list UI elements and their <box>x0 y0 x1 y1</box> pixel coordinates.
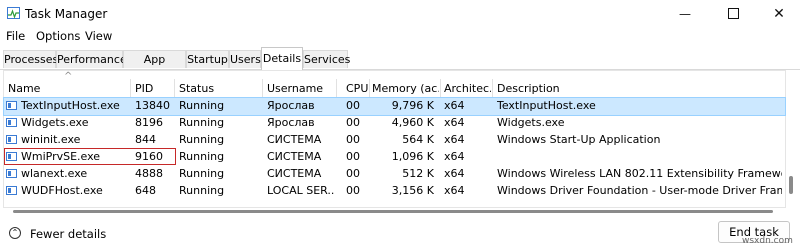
cell-cpu: 00 <box>346 150 360 163</box>
cell-architecture: x64 <box>444 99 465 112</box>
cell-architecture: x64 <box>444 133 465 146</box>
process-icon <box>6 186 17 195</box>
cell-description: Widgets.exe <box>497 116 565 129</box>
cell-memory: 564 K <box>402 133 434 146</box>
cell-username: Ярослав <box>267 116 315 129</box>
title-bar: Task Manager — ✕ <box>0 0 800 27</box>
cell-pid: 8196 <box>135 116 163 129</box>
cell-description: Windows Start-Up Application <box>497 133 661 146</box>
cell-description: TextInputHost.exe <box>497 99 596 112</box>
cell-name: wininit.exe <box>21 133 81 146</box>
cell-username: LOCAL SER... <box>267 184 335 197</box>
cell-username: СИСТЕМА <box>267 150 322 163</box>
table-row[interactable]: Widgets.exe 8196 Running Ярослав 00 4,96… <box>4 115 785 132</box>
cell-name: TextInputHost.exe <box>21 99 120 112</box>
cell-cpu: 00 <box>346 99 360 112</box>
cell-pid: 13840 <box>135 99 170 112</box>
column-header-cpu[interactable]: CPU <box>346 82 368 98</box>
cell-cpu: 00 <box>346 167 360 180</box>
vertical-scroll-thumb[interactable] <box>789 176 793 194</box>
process-table: ^ Name PID Status Username CPU Memory (a… <box>3 70 786 208</box>
menu-file[interactable]: File <box>6 29 25 43</box>
horizontal-scrollbar[interactable] <box>3 207 784 215</box>
footer-bar: ⌃ Fewer details End task <box>0 216 800 250</box>
vertical-scrollbar[interactable] <box>786 108 796 206</box>
column-header-username[interactable]: Username <box>267 82 335 98</box>
cell-memory: 512 K <box>402 167 434 180</box>
minimize-icon: — <box>679 6 691 21</box>
close-icon: ✕ <box>773 5 785 22</box>
tab-strip: Processes Performance App history Startu… <box>0 47 800 84</box>
column-header-status[interactable]: Status <box>179 82 261 98</box>
tab-services[interactable]: Services <box>303 50 350 68</box>
cell-memory: 9,796 K <box>391 99 434 112</box>
tab-users[interactable]: Users <box>229 50 261 68</box>
cell-memory: 1,096 K <box>391 150 434 163</box>
menu-view[interactable]: View <box>85 29 112 43</box>
column-header-description[interactable]: Description <box>497 82 597 98</box>
process-icon <box>6 169 17 178</box>
cell-username: СИСТЕМА <box>267 133 322 146</box>
column-header-architecture[interactable]: Architec... <box>444 82 491 98</box>
cell-architecture: x64 <box>444 116 465 129</box>
horizontal-scroll-thumb[interactable] <box>13 210 773 213</box>
window-title: Task Manager <box>25 7 108 21</box>
process-icon <box>6 118 17 127</box>
cell-cpu: 00 <box>346 184 360 197</box>
column-header-memory[interactable]: Memory (ac... <box>372 82 439 98</box>
maximize-button[interactable] <box>710 0 756 27</box>
cell-username: Ярослав <box>267 99 315 112</box>
process-icon <box>6 101 17 110</box>
column-header-pid[interactable]: PID <box>135 82 173 98</box>
cell-description: Windows Driver Foundation - User-mode Dr… <box>497 184 782 197</box>
process-icon <box>6 135 17 144</box>
maximize-icon <box>727 8 739 19</box>
sort-ascending-icon: ^ <box>64 71 73 82</box>
cell-name: Widgets.exe <box>21 116 89 129</box>
close-button[interactable]: ✕ <box>756 0 800 27</box>
fewer-details-link[interactable]: Fewer details <box>30 227 106 241</box>
cell-pid: 844 <box>135 133 156 146</box>
cell-architecture: x64 <box>444 184 465 197</box>
cell-cpu: 00 <box>346 133 360 146</box>
cell-architecture: x64 <box>444 167 465 180</box>
cell-status: Running <box>179 99 225 112</box>
cell-name: wlanext.exe <box>21 167 88 180</box>
cell-status: Running <box>179 116 225 129</box>
watermark: wsxdn.com <box>742 236 793 246</box>
cell-status: Running <box>179 167 225 180</box>
cell-name: WUDFHost.exe <box>21 184 103 197</box>
cell-status: Running <box>179 184 225 197</box>
menu-bar: File Options View <box>0 27 800 46</box>
cell-pid: 648 <box>135 184 156 197</box>
cell-status: Running <box>179 150 225 163</box>
tab-details[interactable]: Details <box>261 47 303 70</box>
tab-app-history[interactable]: App history <box>123 50 186 84</box>
tab-startup[interactable]: Startup <box>186 50 229 68</box>
table-row[interactable]: wininit.exe 844 Running СИСТЕМА 00 564 K… <box>4 132 785 149</box>
cell-pid: 4888 <box>135 167 163 180</box>
chevron-up-icon[interactable]: ⌃ <box>9 227 21 239</box>
cell-cpu: 00 <box>346 116 360 129</box>
cell-description: Windows Wireless LAN 802.11 Extensibilit… <box>497 167 782 180</box>
highlight-box <box>4 148 176 165</box>
minimize-button[interactable]: — <box>662 0 708 27</box>
table-row[interactable]: TextInputHost.exe 13840 Running Ярослав … <box>3 97 786 116</box>
cell-description <box>497 150 782 165</box>
cell-status: Running <box>179 133 225 146</box>
cell-memory: 4,960 K <box>391 116 434 129</box>
table-row[interactable]: wlanext.exe 4888 Running СИСТЕМА 00 512 … <box>4 166 785 183</box>
tab-processes[interactable]: Processes <box>3 50 58 68</box>
menu-options[interactable]: Options <box>36 29 80 43</box>
table-row[interactable]: WUDFHost.exe 648 Running LOCAL SER... 00… <box>4 183 785 200</box>
cell-username: СИСТЕМА <box>267 167 322 180</box>
column-header-name[interactable]: Name <box>8 82 126 98</box>
task-manager-icon <box>7 7 20 19</box>
cell-memory: 3,156 K <box>391 184 434 197</box>
tab-performance[interactable]: Performance <box>56 50 127 68</box>
cell-architecture: x64 <box>444 150 465 163</box>
